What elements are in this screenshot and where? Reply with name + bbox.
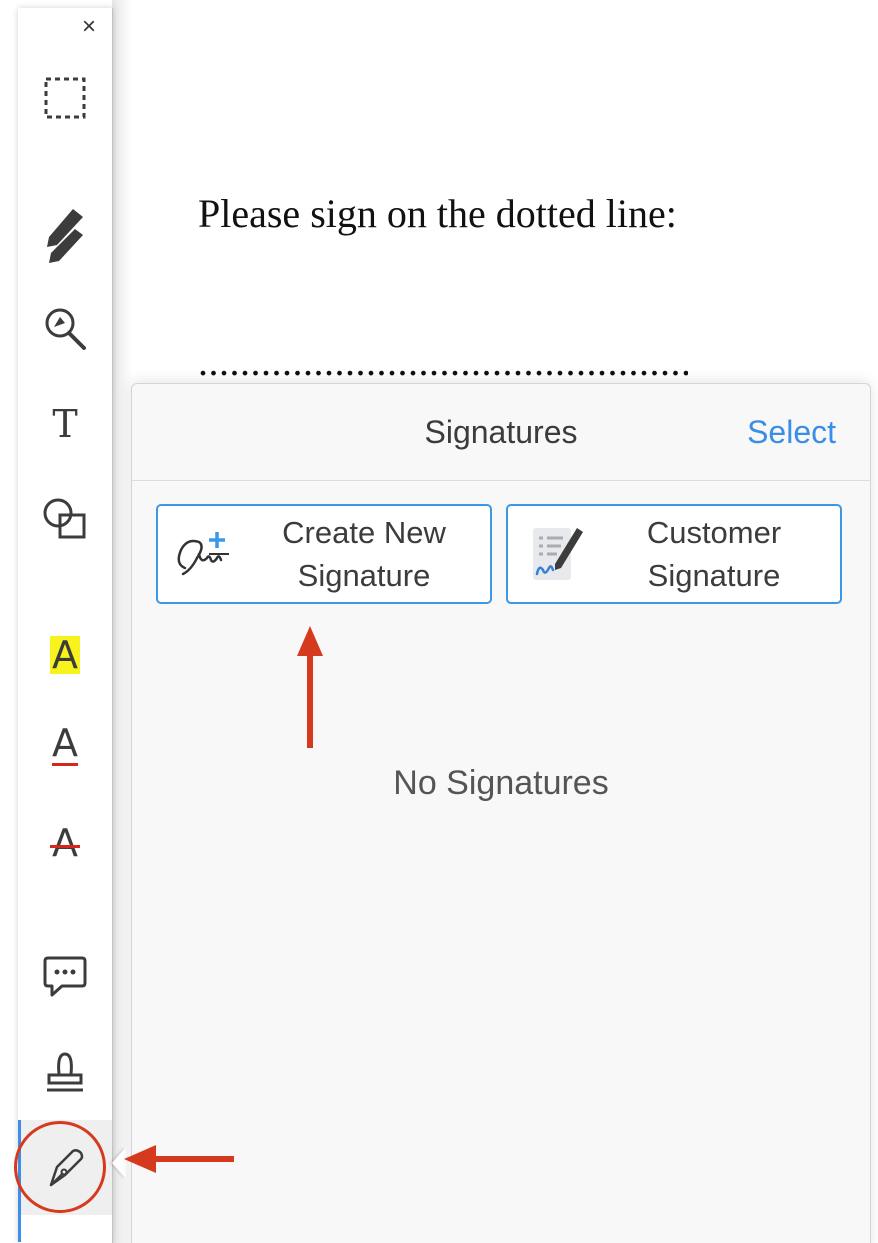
speech-bubble-icon <box>43 956 87 997</box>
underline-A-icon: A <box>52 720 78 767</box>
underline-tool-button[interactable]: A <box>18 710 112 780</box>
dashed-rectangle-icon <box>44 77 86 119</box>
shapes-icon <box>43 498 86 539</box>
draw-tool-button[interactable] <box>18 200 112 270</box>
create-new-signature-button[interactable]: Create New Signature <box>156 504 492 604</box>
text-T-icon: T <box>52 402 78 446</box>
signature-dotted-line: ........................................… <box>198 339 688 384</box>
create-new-line1: Create New <box>282 515 446 550</box>
customer-signature-label: Customer Signature <box>604 511 824 597</box>
zoom-tool-button[interactable] <box>18 293 112 363</box>
pencil-icon <box>47 209 83 263</box>
create-new-line2: Signature <box>297 558 431 593</box>
customer-line2: Signature <box>647 558 781 593</box>
signature-tool-callout-circle <box>14 1121 106 1213</box>
shapes-tool-button[interactable] <box>18 484 112 554</box>
strikethrough-tool-button[interactable]: A <box>18 808 112 878</box>
toolbar-close-icon[interactable]: × <box>78 15 100 39</box>
create-signature-icon <box>158 506 254 602</box>
highlight-tool-button[interactable]: A <box>18 620 112 690</box>
text-tool-button[interactable]: T <box>18 389 112 459</box>
document-prompt-text: Please sign on the dotted line: <box>198 191 677 236</box>
highlight-A-icon: A <box>50 633 80 677</box>
callout-arrow-up-icon <box>297 626 323 748</box>
strikethrough-A-icon: A <box>50 821 80 865</box>
select-button[interactable]: Select <box>747 414 836 451</box>
stamp-icon <box>47 1052 83 1092</box>
callout-arrow-left-icon <box>124 1145 234 1173</box>
magnifier-icon <box>45 308 86 350</box>
stamp-tool-button[interactable] <box>18 1037 112 1107</box>
signatures-panel: Signatures Select Create New Signature C… <box>131 383 871 1243</box>
app-stage: Please sign on the dotted line: ........… <box>0 0 878 1243</box>
customer-line1: Customer <box>646 515 782 550</box>
create-new-signature-label: Create New Signature <box>254 511 474 597</box>
no-signatures-message: No Signatures <box>393 764 609 802</box>
customer-signature-button[interactable]: Customer Signature <box>506 504 842 604</box>
toolbar-shadow <box>112 0 132 1243</box>
comment-tool-button[interactable] <box>18 942 112 1012</box>
customer-signature-icon <box>508 506 604 602</box>
selection-tool-button[interactable] <box>18 63 112 133</box>
signatures-panel-header: Signatures Select <box>132 384 870 481</box>
